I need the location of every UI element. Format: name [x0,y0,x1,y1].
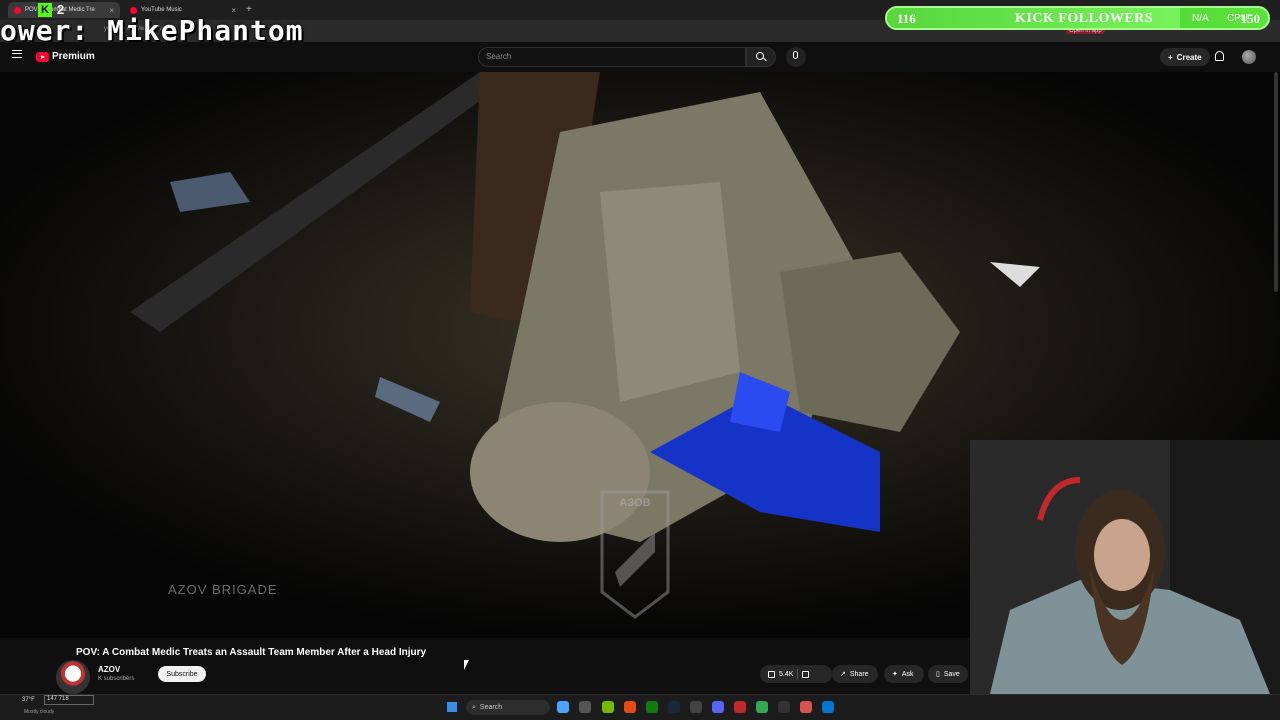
taskbar-app-icon[interactable] [822,701,834,713]
share-icon: ↗ [840,671,846,678]
brand-label[interactable]: Premium [52,51,95,62]
sys-na-readout: N/A [1192,13,1209,24]
subscriber-count: K subscribers [98,676,135,682]
goal-current: 116 [897,11,916,26]
cpu-label: CPU [1227,13,1249,24]
ask-button[interactable]: ✦ Ask [884,665,924,683]
ask-label: Ask [901,670,914,678]
obs-icon[interactable] [734,701,746,713]
share-label: Share [849,670,869,678]
windows-taskbar [0,694,1280,720]
channel-name[interactable]: AZOV [98,665,120,674]
mouse-cursor-icon [464,660,469,670]
like-dislike-group: 5.4K [760,665,832,683]
tab-label: YouTube Music [141,7,182,13]
save-button[interactable]: ▯ Save [928,665,968,683]
taskbar-app-icon[interactable] [624,701,636,713]
search-placeholder: Search [486,52,512,61]
search-input[interactable] [478,47,746,67]
taskbar-app-icon[interactable] [800,701,812,713]
kick-followers-goal-bar: 116 KICK FOLLOWERS 150 [885,6,1270,30]
taskbar-app-icon[interactable] [778,701,790,713]
share-button[interactable]: ↗ Share [832,665,878,683]
plus-icon: + [1168,52,1173,62]
like-count[interactable]: 5.4K [779,671,793,678]
channel-avatar[interactable] [56,660,90,694]
thumbs-down-icon[interactable] [802,670,810,678]
steam-icon[interactable] [668,701,680,713]
youtube-logo-icon[interactable] [36,52,49,62]
microphone-icon[interactable] [793,51,798,59]
create-label: Create [1176,52,1202,62]
weather-temp[interactable]: 37°F [22,697,35,703]
xbox-icon[interactable] [646,701,658,713]
taskbar-search[interactable]: ⌕ Search [466,700,550,715]
taskbar-app-icon[interactable] [557,701,569,713]
goal-label: KICK FOLLOWERS [1015,11,1154,26]
search-icon[interactable] [756,52,764,60]
page-scrollbar[interactable] [1274,72,1278,292]
bookmark-icon: ▯ [936,671,940,678]
divider [797,669,799,679]
chrome-icon[interactable] [756,701,768,713]
video-title: POV: A Combat Medic Treats an Assault Te… [76,647,427,658]
account-avatar[interactable] [1242,50,1256,64]
nvidia-icon[interactable] [602,701,614,713]
create-button[interactable]: + Create [1160,48,1210,66]
menu-icon[interactable] [12,50,22,58]
azov-emblem: АЗОВ [619,497,650,509]
search-icon: ⌕ [472,703,476,711]
subscribe-button[interactable]: Subscribe [158,666,206,682]
streamer-webcam [970,440,1280,694]
weather-desc: Mostly cloudy [24,709,55,715]
taskbar-search-label: Search [479,704,503,711]
save-label: Save [943,670,960,678]
notifications-bell-icon[interactable] [1215,51,1224,61]
youtube-music-favicon-icon [130,6,137,14]
thumbs-up-icon[interactable] [768,670,775,678]
discord-icon[interactable] [712,701,724,713]
mini-readout: 147 718 [44,695,94,705]
webcam-frame [970,440,1280,694]
video-watermark: AZOV BRIGADE [168,582,278,597]
sparkle-icon: ✦ [892,671,898,678]
windows-start-icon[interactable] [447,702,457,712]
youtube-favicon-icon [14,6,21,14]
file-explorer-icon[interactable] [579,701,591,713]
taskbar-app-icon[interactable] [690,701,702,713]
